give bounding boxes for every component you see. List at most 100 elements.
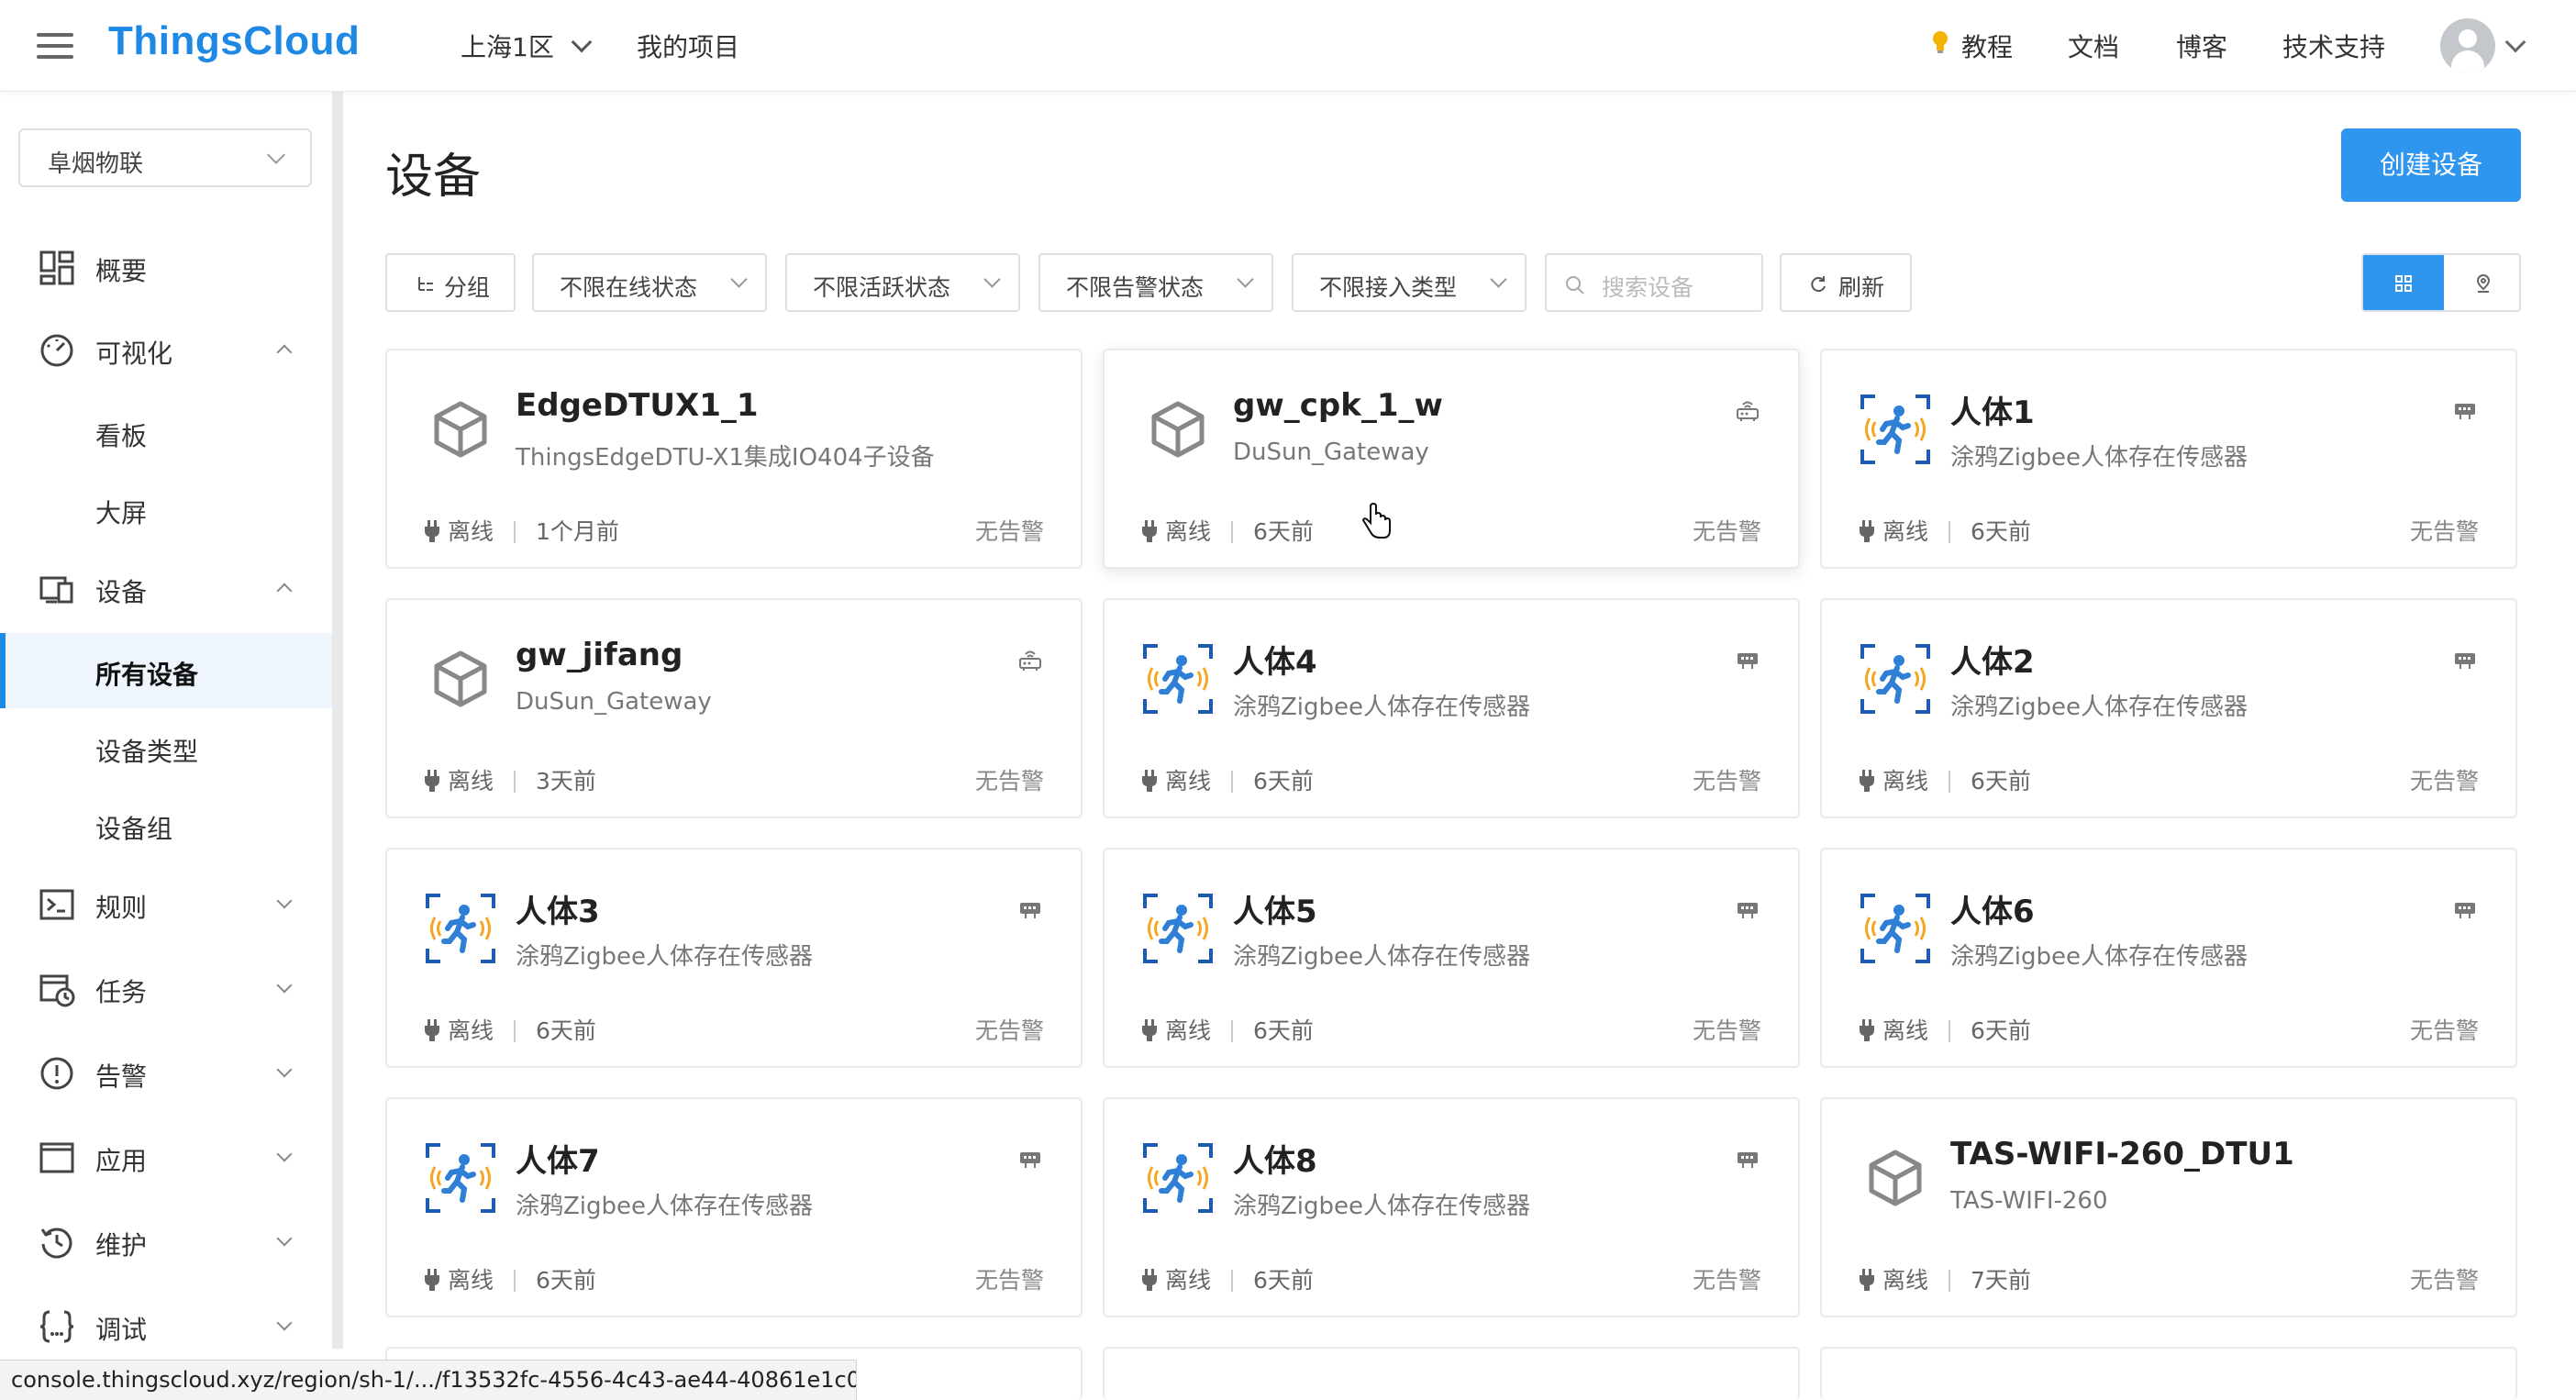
sidebar-item-all-devices[interactable]: 所有设备 [0, 633, 332, 708]
last-active-time: 6天前 [536, 1017, 596, 1044]
view-toggle[interactable] [2361, 253, 2521, 312]
device-status-row: 离线 6天前 [1141, 763, 1314, 796]
divider [1231, 1020, 1234, 1042]
terminal-icon [39, 889, 74, 920]
device-name[interactable]: 人体2 [1950, 637, 2035, 682]
device-card[interactable]: 人体2 涂鸦Zigbee人体存在传感器 离线 6天前 无告警 [1820, 598, 2517, 818]
device-card[interactable]: gw_jifang DuSun_Gateway 离线 3天前 无告警 [385, 598, 1083, 818]
device-name[interactable]: TAS-WIFI-260_DTU1 [1950, 1136, 2294, 1172]
sidebar-item-overview[interactable]: 概要 [0, 231, 332, 305]
sidebar-item-board[interactable]: 看板 [0, 394, 332, 470]
divider [1231, 771, 1234, 793]
search-input[interactable]: 搜索设备 [1545, 253, 1763, 312]
alarm-status-select[interactable]: 不限告警状态 [1038, 253, 1273, 312]
device-card[interactable]: TAS-WIFI-260_DTU1 TAS-WIFI-260 离线 7天前 无告警 [1820, 1097, 2517, 1317]
alarm-status: 无告警 [2409, 518, 2479, 545]
alarm-status: 无告警 [1692, 768, 1761, 794]
sidebar-item-tasks[interactable]: 任务 [0, 952, 332, 1026]
device-card[interactable]: 人体6 涂鸦Zigbee人体存在传感器 离线 6天前 无告警 [1820, 848, 2517, 1068]
sidebar-item-maintenance[interactable]: 维护 [0, 1206, 332, 1279]
divider [1231, 1270, 1234, 1292]
sidebar-item-visualization[interactable]: 可视化 [0, 314, 332, 387]
tree-icon [418, 277, 433, 291]
menu-icon[interactable] [37, 33, 73, 59]
device-card[interactable]: 人体1 涂鸦Zigbee人体存在传感器 离线 6天前 无告警 [1820, 349, 2517, 569]
divider [514, 521, 516, 543]
last-active-time: 6天前 [1253, 518, 1314, 545]
chevron-down-icon[interactable] [571, 31, 593, 53]
map-view-button[interactable] [2444, 255, 2519, 310]
device-card[interactable] [1820, 1347, 2517, 1400]
sidebar-item-device-groups[interactable]: 设备组 [0, 787, 332, 862]
device-name[interactable]: 人体8 [1233, 1136, 1317, 1181]
avatar[interactable] [2440, 18, 2495, 73]
device-name[interactable]: 人体3 [516, 886, 600, 931]
device-card[interactable]: 人体4 涂鸦Zigbee人体存在传感器 离线 6天前 无告警 [1103, 598, 1800, 818]
chevron-up-icon [276, 583, 293, 599]
device-card[interactable]: 人体3 涂鸦Zigbee人体存在传感器 离线 6天前 无告警 [385, 848, 1083, 1068]
device-card[interactable]: gw_cpk_1_w DuSun_Gateway 离线 6天前 无告警 [1103, 349, 1800, 569]
create-device-button[interactable]: 创建设备 [2341, 128, 2521, 202]
logo[interactable]: ThingsCloud [108, 18, 360, 64]
sidebar-item-alarms[interactable]: 告警 [0, 1037, 332, 1110]
sidebar-item-label: 设备类型 [95, 737, 199, 767]
refresh-icon [1811, 276, 1826, 293]
my-projects-link[interactable]: 我的项目 [637, 28, 739, 64]
device-name[interactable]: 人体7 [516, 1136, 600, 1181]
sidebar-item-devices[interactable]: 设备 [0, 552, 332, 626]
online-status-select[interactable]: 不限在线状态 [532, 253, 767, 312]
device-card[interactable] [1103, 1347, 1800, 1400]
refresh-button[interactable]: 刷新 [1780, 253, 1912, 312]
docs-link[interactable]: 文档 [2068, 28, 2119, 64]
sidebar-item-device-types[interactable]: 设备类型 [0, 710, 332, 785]
last-active-time: 6天前 [1971, 1017, 2031, 1044]
active-status-select[interactable]: 不限活跃状态 [785, 253, 1020, 312]
sidebar-item-bigscreen[interactable]: 大屏 [0, 472, 332, 547]
last-active-time: 6天前 [1253, 1017, 1314, 1044]
device-name[interactable]: EdgeDTUX1_1 [516, 387, 759, 424]
subdevice-icon [1016, 1145, 1044, 1172]
sidebar-scrollbar[interactable] [332, 92, 343, 1349]
chevron-down-icon [276, 893, 293, 909]
tutorial-link[interactable]: 教程 [1961, 28, 2013, 64]
device-name[interactable]: gw_cpk_1_w [1233, 387, 1443, 424]
grid-view-button[interactable] [2363, 255, 2444, 310]
divider [514, 771, 516, 793]
group-button-label: 分组 [444, 274, 491, 301]
device-card[interactable]: 人体7 涂鸦Zigbee人体存在传感器 离线 6天前 无告警 [385, 1097, 1083, 1317]
blog-link[interactable]: 博客 [2176, 28, 2227, 64]
sidebar-item-debug[interactable]: 调试 [0, 1290, 332, 1363]
sidebar-item-rules[interactable]: 规则 [0, 868, 332, 941]
device-card[interactable]: 人体5 涂鸦Zigbee人体存在传感器 离线 6天前 无告警 [1103, 848, 1800, 1068]
group-button[interactable]: 分组 [385, 253, 516, 312]
divider [1949, 771, 1951, 793]
chevron-down-icon[interactable] [2504, 31, 2526, 53]
sidebar-item-apps[interactable]: 应用 [0, 1121, 332, 1194]
lightbulb-icon [1933, 31, 1948, 53]
device-name[interactable]: gw_jifang [516, 637, 683, 673]
device-card[interactable]: EdgeDTUX1_1 ThingsEdgeDTU-X1集成IO404子设备 离线 1… [385, 349, 1083, 569]
last-active-time: 6天前 [1971, 768, 2031, 794]
project-select[interactable]: 阜烟物联 [18, 128, 312, 187]
device-name[interactable]: 人体6 [1950, 886, 2035, 931]
device-name[interactable]: 人体5 [1233, 886, 1317, 931]
plug-icon [1859, 1267, 1882, 1294]
online-status: 离线 [448, 1017, 494, 1044]
device-name[interactable]: 人体4 [1233, 637, 1317, 682]
dashboard-icon [39, 250, 74, 285]
alarm-status: 无告警 [1692, 1267, 1761, 1294]
divider [514, 1270, 516, 1292]
chevron-down-icon [267, 146, 285, 164]
last-active-time: 3天前 [536, 768, 596, 794]
gauge-icon [40, 334, 73, 367]
online-status: 离线 [1165, 1267, 1212, 1294]
motion-sensor-icon [1141, 1141, 1215, 1215]
device-name[interactable]: 人体1 [1950, 387, 2035, 432]
access-type-select[interactable]: 不限接入类型 [1292, 253, 1527, 312]
region-selector[interactable]: 上海1区 [461, 28, 554, 64]
device-card[interactable]: 人体8 涂鸦Zigbee人体存在传感器 离线 6天前 无告警 [1103, 1097, 1800, 1317]
support-link[interactable]: 技术支持 [2282, 28, 2385, 64]
motion-sensor-icon [1141, 892, 1215, 965]
subdevice-icon [1734, 895, 1761, 923]
alarm-status: 无告警 [2409, 768, 2479, 794]
